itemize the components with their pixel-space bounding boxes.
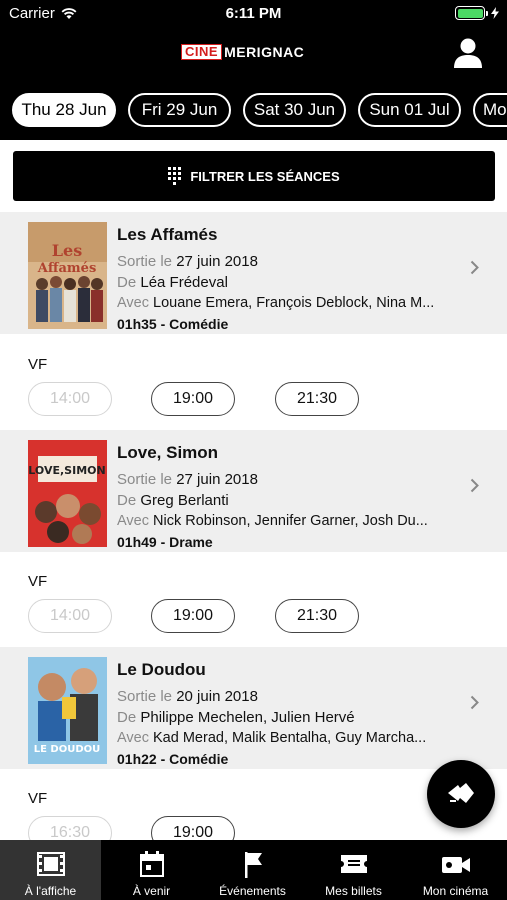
tab-my-tickets[interactable]: Mes billets [303,840,404,900]
session-block: VF 14:00 19:00 21:30 [0,343,507,430]
session-block: VF 14:00 19:00 21:30 [0,560,507,647]
tab-coming-soon[interactable]: À venir [101,840,202,900]
cast-line: Avec Louane Emera, François Deblock, Nin… [117,295,435,311]
movie-poster: LOVE,SIMON [28,440,107,547]
tab-label: Mon cinéma [422,884,489,898]
movie-card-le-doudou[interactable]: LE DOUDOU Le Doudou Sortie le 20 juin 20… [0,647,507,769]
movie-poster: LE DOUDOU [28,657,107,764]
ticket-arrow-icon [448,783,474,803]
flag-icon [244,852,262,878]
user-icon [454,38,482,68]
ticket-icon [340,855,367,873]
chevron-right-icon [470,260,479,275]
charging-icon [491,7,499,19]
calendar-icon [139,851,164,877]
cinema-logo: CINE MERIGNAC [181,44,304,60]
release-line: Sortie le 20 juin 2018 [117,688,258,705]
showtime-button: 14:00 [28,382,112,416]
showtime-button[interactable]: 21:30 [275,382,359,416]
tab-events[interactable]: Événements [202,840,303,900]
director-line: De Philippe Mechelen, Julien Hervé [117,709,355,726]
svg-text:Affamés: Affamés [37,261,97,276]
version-label: VF [28,573,48,590]
movie-card-love-simon[interactable]: LOVE,SIMON Love, Simon Sortie le 27 juin… [0,430,507,552]
bottom-tab-bar: À l'affiche À venir Événements Mes bille… [0,840,507,900]
version-label: VF [28,790,48,807]
director-line: De Greg Berlanti [117,492,229,509]
date-pill-fri-29[interactable]: Fri 29 Jun [128,93,231,127]
release-line: Sortie le 27 juin 2018 [117,253,258,270]
showtime-button[interactable]: 21:30 [275,599,359,633]
tab-label: À l'affiche [24,884,77,898]
battery-icon [455,6,485,20]
showtime-button[interactable]: 19:00 [151,382,235,416]
svg-text:LOVE,SIMON: LOVE,SIMON [28,464,105,477]
movie-info: 01h49 - Drame [117,534,213,550]
cast-line: Avec Kad Merad, Malik Bentalha, Guy Marc… [117,730,427,746]
video-camera-icon [441,857,470,873]
director-line: De Léa Frédeval [117,274,228,291]
date-selector: Thu 28 Jun Fri 29 Jun Sat 30 Jun Sun 01 … [0,80,507,140]
tab-my-cinema[interactable]: Mon cinéma [404,840,507,900]
chevron-right-icon [470,478,479,493]
battery-indicator [455,6,499,20]
showtime-button[interactable]: 19:00 [151,599,235,633]
version-label: VF [28,356,48,373]
date-pill-sun-01[interactable]: Sun 01 Jul [358,93,461,127]
film-icon [36,852,65,876]
movie-title: Les Affamés [117,225,218,244]
movie-poster: Les Affamés [28,222,107,329]
chevron-right-icon [470,695,479,710]
movie-card-les-affames[interactable]: Les Affamés Les Affamés Sortie le 27 jui… [0,212,507,334]
svg-text:Les: Les [52,241,82,260]
clock: 6:11 PM [225,5,282,22]
tab-label: Mes billets [325,884,382,898]
status-bar: Carrier 6:11 PM [0,0,507,28]
logo-cine: CINE [181,44,223,60]
quick-booking-button[interactable] [427,760,495,828]
grid-filter-icon [168,167,182,185]
filter-sessions-button[interactable]: FILTRER LES SÉANCES [13,151,495,201]
cast-line: Avec Nick Robinson, Jennifer Garner, Jos… [117,513,428,529]
tab-label: À venir [132,884,171,898]
showtime-button: 14:00 [28,599,112,633]
date-pill-thu-28[interactable]: Thu 28 Jun [12,93,116,127]
tab-now-showing[interactable]: À l'affiche [0,840,101,900]
movie-title: Love, Simon [117,443,219,462]
tab-label: Événements [219,884,286,898]
date-pill-sat-30[interactable]: Sat 30 Jun [243,93,346,127]
movie-title: Le Doudou [117,660,206,679]
svg-text:LE DOUDOU: LE DOUDOU [34,744,101,755]
logo-merignac: MERIGNAC [224,44,305,60]
profile-button[interactable] [453,37,483,69]
movie-info: 01h35 - Comédie [117,316,229,332]
release-line: Sortie le 27 juin 2018 [117,471,258,488]
movie-info: 01h22 - Comédie [117,751,229,767]
app-header: CINE MERIGNAC [0,28,507,80]
date-pill-mon[interactable]: Mon [473,93,507,127]
filter-label: FILTRER LES SÉANCES [190,168,340,184]
